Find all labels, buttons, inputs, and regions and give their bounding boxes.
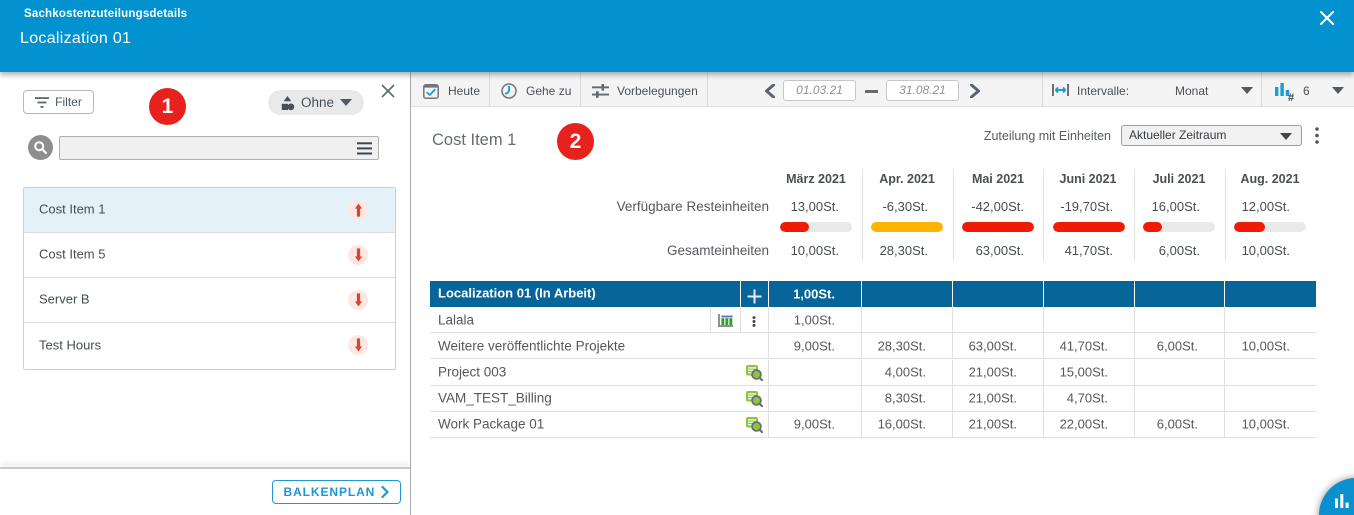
svg-text:#: #	[1288, 92, 1294, 101]
